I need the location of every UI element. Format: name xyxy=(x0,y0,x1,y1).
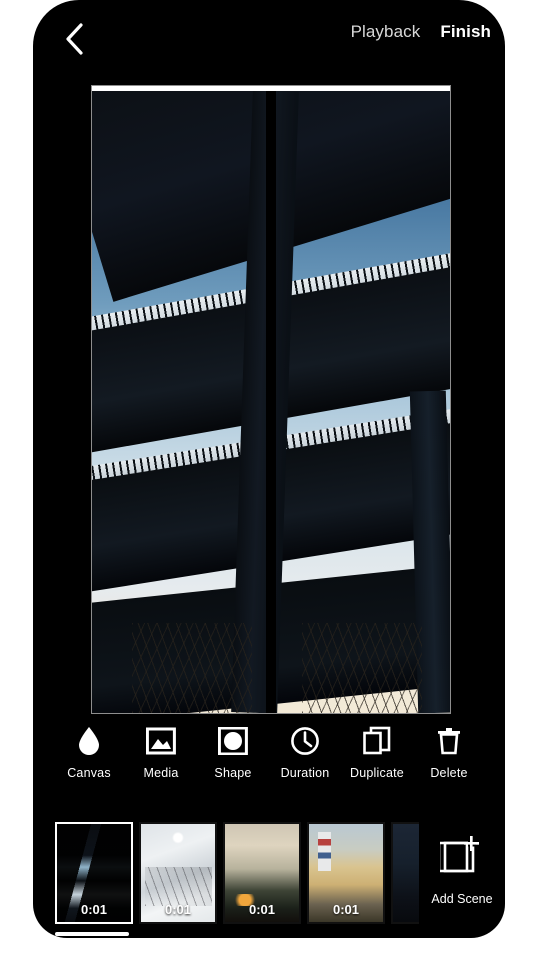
overpass-photo-left xyxy=(92,91,266,713)
shape-icon xyxy=(218,722,248,760)
pane-divider xyxy=(266,91,276,713)
tool-delete[interactable]: Delete xyxy=(415,722,483,780)
back-button[interactable] xyxy=(51,16,97,62)
playback-button[interactable]: Playback xyxy=(351,22,421,42)
canvas-inner xyxy=(92,91,450,713)
scene-thumbnail-1[interactable]: 0:01 xyxy=(55,822,133,924)
scene-duration: 0:01 xyxy=(164,902,192,917)
tool-label: Duplicate xyxy=(350,766,404,780)
preview-canvas[interactable] xyxy=(91,85,451,714)
tool-label: Media xyxy=(143,766,179,780)
square-plus-icon xyxy=(437,834,484,883)
scene-thumbnail-2[interactable]: 0:01 xyxy=(139,822,217,924)
tool-shape[interactable]: Shape xyxy=(199,722,267,780)
top-bar: Playback Finish xyxy=(33,0,505,76)
add-scene-label: Add Scene xyxy=(431,892,493,906)
tool-media[interactable]: Media xyxy=(127,722,195,780)
edit-toolbar: Canvas Media Shape Duration Duplicate De… xyxy=(33,722,505,808)
droplet-icon xyxy=(76,722,102,760)
copy-icon xyxy=(362,722,392,760)
app-screen: Playback Finish Canvas Media Shape Durat… xyxy=(0,0,540,960)
clock-icon xyxy=(290,722,320,760)
scene-filmstrip: 0:01 0:01 0:01 0:01 Add Scene xyxy=(33,822,505,938)
scene-thumbnail-3[interactable]: 0:01 xyxy=(223,822,301,924)
scene-duration: 0:01 xyxy=(248,902,276,917)
add-scene-button[interactable]: Add Scene xyxy=(419,822,505,938)
scene-duration: 0:01 xyxy=(80,902,108,917)
tree-branches-right xyxy=(302,623,422,713)
trash-icon xyxy=(436,722,462,760)
thumbnail-image xyxy=(393,824,419,922)
image-icon xyxy=(146,722,176,760)
scene-thumbnail-4[interactable]: 0:01 xyxy=(307,822,385,924)
chevron-left-icon xyxy=(63,22,85,56)
phone-frame: Playback Finish Canvas Media Shape Durat… xyxy=(33,0,505,938)
scene-duration: 0:01 xyxy=(332,902,360,917)
top-bar-actions: Playback Finish xyxy=(351,22,491,42)
scene-thumbnail-5[interactable] xyxy=(391,822,419,924)
playhead-progress-bar[interactable] xyxy=(55,932,129,936)
tool-label: Shape xyxy=(214,766,252,780)
tool-label: Duration xyxy=(280,766,330,780)
scene-list[interactable]: 0:01 0:01 0:01 0:01 xyxy=(33,822,419,938)
tool-label: Canvas xyxy=(67,766,111,780)
tool-duration[interactable]: Duration xyxy=(271,722,339,780)
tool-label: Delete xyxy=(430,766,468,780)
canvas-pane-left[interactable] xyxy=(92,91,266,713)
tool-duplicate[interactable]: Duplicate xyxy=(343,722,411,780)
overpass-photo-right xyxy=(276,91,450,713)
canvas-pane-right[interactable] xyxy=(276,91,450,713)
tree-branches-left xyxy=(132,623,252,713)
finish-button[interactable]: Finish xyxy=(440,22,491,42)
overpass-deck-1 xyxy=(92,91,266,302)
tool-canvas[interactable]: Canvas xyxy=(55,722,123,780)
